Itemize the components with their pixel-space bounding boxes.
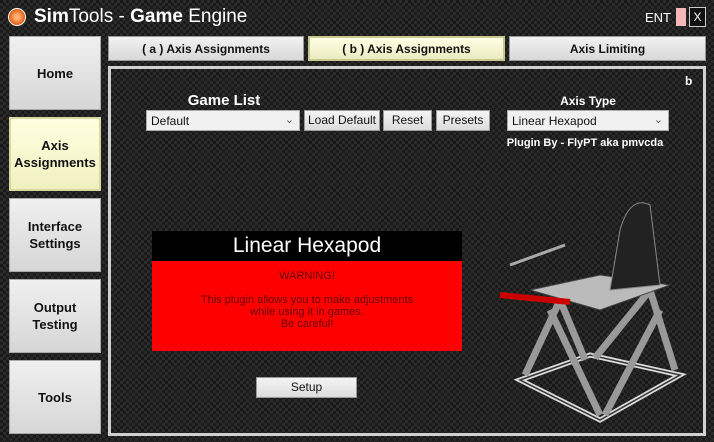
- sidebar-item-home[interactable]: Home: [9, 36, 101, 110]
- sidebar-item-axis-assignments[interactable]: Axis Assignments: [9, 117, 101, 191]
- warning-line: This plugin allows you to make adjustmen…: [200, 294, 414, 306]
- warning-line: Be careful!: [280, 318, 334, 330]
- app-logo-icon: [8, 8, 26, 26]
- hexapod-image: [499, 202, 687, 423]
- sidebar-item-output-testing[interactable]: Output Testing: [9, 279, 101, 353]
- warning-box: WARNING! This plugin allows you to make …: [152, 261, 462, 351]
- warning-heading: WARNING!: [279, 270, 335, 282]
- axis-type-value: Linear Hexapod: [512, 114, 597, 128]
- status-indicator: [676, 8, 686, 26]
- sidebar-item-tools[interactable]: Tools: [9, 360, 101, 434]
- axis-type-dropdown[interactable]: Linear Hexapod ⌄: [507, 110, 669, 131]
- game-list-dropdown[interactable]: Default ⌄: [146, 110, 300, 131]
- load-default-button[interactable]: Load Default: [304, 110, 380, 131]
- chevron-down-icon: ⌄: [284, 114, 294, 126]
- reset-button[interactable]: Reset: [383, 110, 432, 131]
- chevron-down-icon: ⌄: [653, 114, 663, 126]
- panel-corner-label: b: [685, 74, 693, 88]
- game-list-label: Game List: [187, 92, 261, 109]
- ent-label: ENT: [645, 10, 671, 25]
- window-title: SimTools - Game Engine: [34, 6, 248, 27]
- game-list-value: Default: [151, 114, 190, 128]
- close-button[interactable]: X: [689, 7, 706, 27]
- warning-title: Linear Hexapod: [152, 231, 462, 261]
- warning-line: while using it in games.: [250, 306, 364, 318]
- tab-axis-limiting[interactable]: Axis Limiting: [509, 36, 706, 61]
- tab-b-axis-assignments[interactable]: ( b ) Axis Assignments: [308, 36, 505, 61]
- sidebar-item-interface-settings[interactable]: Interface Settings: [9, 198, 101, 272]
- setup-button[interactable]: Setup: [256, 377, 357, 398]
- tab-a-axis-assignments[interactable]: ( a ) Axis Assignments: [108, 36, 304, 61]
- plugin-author: Plugin By - FlyPT aka pmvcda: [506, 137, 664, 149]
- presets-button[interactable]: Presets: [436, 110, 490, 131]
- axis-type-label: Axis Type: [560, 94, 616, 108]
